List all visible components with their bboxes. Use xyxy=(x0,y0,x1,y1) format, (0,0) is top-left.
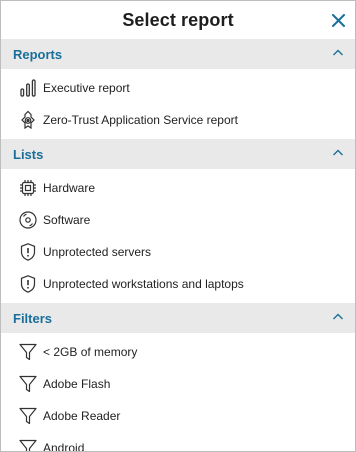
dialog-title: Select report xyxy=(122,9,234,30)
list-item-unprotected-servers[interactable]: Unprotected servers xyxy=(1,236,355,268)
filter-icon xyxy=(18,374,38,394)
section-header-lists[interactable]: Lists xyxy=(1,139,355,169)
list-item-android[interactable]: Android xyxy=(1,432,355,452)
chevron-up-icon[interactable] xyxy=(332,48,344,58)
item-label: Android xyxy=(43,441,85,452)
section-title-filters: Filters xyxy=(13,310,53,326)
item-label: Zero-Trust Application Service report xyxy=(43,113,238,127)
shield-warning-icon xyxy=(18,242,38,262)
close-icon[interactable] xyxy=(330,12,346,28)
lists-list: Hardware Software Unprotected servers Un… xyxy=(1,169,355,303)
list-item-adobe-flash[interactable]: Adobe Flash xyxy=(1,368,355,400)
item-label: Unprotected workstations and laptops xyxy=(43,277,244,291)
section-header-filters[interactable]: Filters xyxy=(1,303,355,333)
shield-warning-icon xyxy=(18,274,38,294)
filter-icon xyxy=(18,342,38,362)
list-item-memory-filter[interactable]: < 2GB of memory xyxy=(1,336,355,368)
section-header-reports[interactable]: Reports xyxy=(1,39,355,69)
select-report-dialog: Select report Reports Executive report Z… xyxy=(0,0,356,452)
filters-list: < 2GB of memory Adobe Flash Adobe Reader xyxy=(1,333,355,452)
chip-icon xyxy=(18,178,38,198)
section-title-lists: Lists xyxy=(13,146,44,162)
list-item-executive-report[interactable]: Executive report xyxy=(1,72,355,104)
list-item-unprotected-workstations[interactable]: Unprotected workstations and laptops xyxy=(1,268,355,300)
item-label: Hardware xyxy=(43,181,96,195)
list-item-zero-trust-report[interactable]: Zero-Trust Application Service report xyxy=(1,104,355,136)
list-item-hardware[interactable]: Hardware xyxy=(1,172,355,204)
item-label: Executive report xyxy=(43,81,130,95)
list-item-software[interactable]: Software xyxy=(1,204,355,236)
item-label: Adobe Reader xyxy=(43,409,121,423)
item-label: Software xyxy=(43,213,91,227)
filter-icon xyxy=(18,406,38,426)
reports-list: Executive report Zero-Trust Application … xyxy=(1,69,355,139)
dialog-header: Select report xyxy=(1,1,355,39)
disc-icon xyxy=(18,210,38,230)
bar-chart-icon xyxy=(18,78,38,98)
section-title-reports: Reports xyxy=(13,46,63,62)
chevron-up-icon[interactable] xyxy=(332,148,344,158)
item-label: Adobe Flash xyxy=(43,377,111,391)
item-label: < 2GB of memory xyxy=(43,345,138,359)
item-label: Unprotected servers xyxy=(43,245,152,259)
list-item-adobe-reader[interactable]: Adobe Reader xyxy=(1,400,355,432)
filter-icon xyxy=(18,438,38,451)
chevron-up-icon[interactable] xyxy=(332,312,344,322)
zero-trust-shield-icon xyxy=(18,110,38,130)
